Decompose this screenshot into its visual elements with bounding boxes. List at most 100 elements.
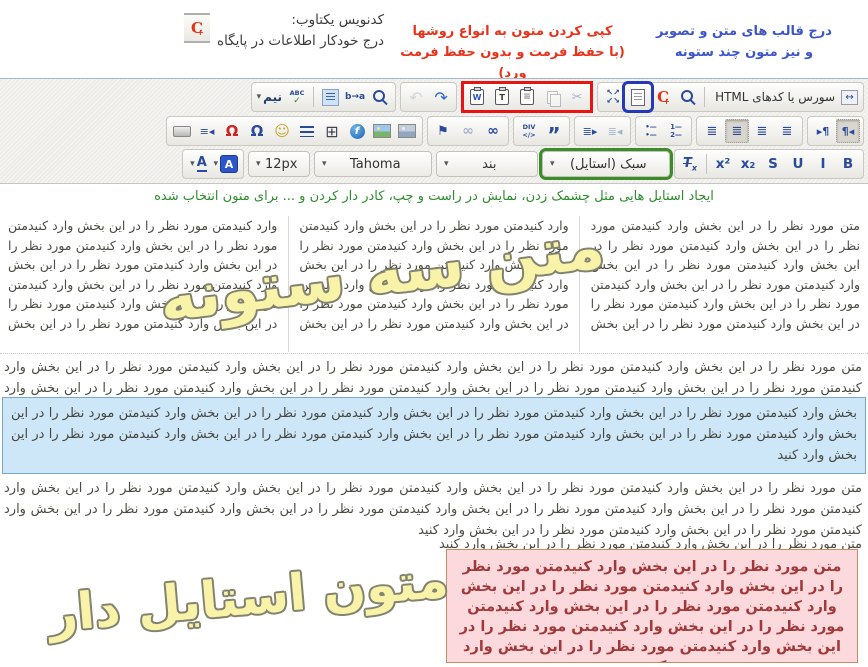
- select-all-button[interactable]: [318, 85, 342, 109]
- special-char-button[interactable]: Ω: [245, 119, 269, 143]
- special-char-fa-button[interactable]: Ω: [220, 119, 244, 143]
- copy-button[interactable]: [540, 85, 564, 109]
- undo-icon: ↷: [434, 88, 447, 107]
- justify-button[interactable]: ≣: [700, 119, 724, 143]
- maximize-icon: ↖↗ ↙↘: [606, 89, 619, 105]
- underline-icon: U: [793, 156, 804, 172]
- align-center-button[interactable]: ≣: [750, 119, 774, 143]
- remove-format-button[interactable]: Tx: [678, 152, 702, 176]
- text-direction-rtl-button[interactable]: ¶◂: [836, 119, 860, 143]
- superscript-button[interactable]: x²: [711, 152, 735, 176]
- styled-watermark-text[interactable]: متون استایل دار: [46, 551, 450, 644]
- pink-styled-block[interactable]: متن مورد نظر را در این بخش وارد کنیدمتن …: [446, 549, 858, 663]
- spellcheck-tick: ✓: [293, 97, 301, 105]
- spellcheck-button[interactable]: ABC ✓: [285, 85, 309, 109]
- preview-button[interactable]: [676, 85, 700, 109]
- toolbar-row-2: ¶◂ ▸¶ ≣ ≣ ≣ ≣ 1— 2— •— •: [0, 116, 864, 146]
- hidden-field-icon: [173, 126, 191, 137]
- paste-plain-text-button[interactable]: T: [490, 85, 514, 109]
- justify-icon: ≣: [707, 124, 718, 139]
- find-button[interactable]: [368, 85, 392, 109]
- copy-methods-note: کپی کردن متون به انواع روشها (با حفظ فرم…: [400, 21, 625, 84]
- paste-from-word-button[interactable]: W: [465, 85, 489, 109]
- table-button[interactable]: ⊞: [320, 119, 344, 143]
- redo-button[interactable]: ↶: [404, 85, 428, 109]
- chevron-down-icon: ▾: [257, 92, 262, 102]
- undo-button[interactable]: ↷: [429, 85, 453, 109]
- paste-button[interactable]: ≡: [515, 85, 539, 109]
- text-color-button[interactable]: A ▾: [186, 152, 210, 176]
- blockquote-button[interactable]: ”: [542, 119, 566, 143]
- chevron-down-icon: ▾: [550, 159, 555, 169]
- indent-button[interactable]: ≣▸: [578, 119, 602, 143]
- replace-icon: b→a: [345, 92, 365, 102]
- unlink-button[interactable]: ∞: [456, 119, 480, 143]
- style-select[interactable]: سبک (استایل) ▾: [542, 151, 670, 177]
- underline-button[interactable]: U: [786, 152, 810, 176]
- image-button[interactable]: [395, 119, 419, 143]
- text-direction-ltr-button[interactable]: ▸¶: [811, 119, 835, 143]
- special-char-icon: Ω: [251, 122, 264, 140]
- half-space-button[interactable]: نیم ▾: [255, 85, 284, 109]
- copy-icon: [547, 91, 558, 104]
- italic-button[interactable]: I: [811, 152, 835, 176]
- strikethrough-button[interactable]: S: [761, 152, 785, 176]
- spellcheck-icon: ABC ✓: [290, 89, 305, 105]
- numbered-list-button[interactable]: 1— 2—: [664, 119, 688, 143]
- copy-note-line1: کپی کردن متون به انواع روشها: [400, 21, 625, 42]
- subscript-button[interactable]: x₂: [736, 152, 760, 176]
- cut-icon: ✂: [572, 90, 583, 105]
- chevron-down-icon: ▾: [322, 159, 327, 169]
- align-right-icon: ≣: [732, 124, 743, 139]
- font-size-select[interactable]: 12px ▾: [248, 151, 310, 177]
- horizontal-rule-button[interactable]: [295, 119, 319, 143]
- div-label: DIV: [523, 123, 536, 131]
- new-page-button[interactable]: [626, 85, 650, 109]
- text-color-icon: A: [197, 156, 207, 172]
- redo-icon: ↶: [409, 88, 422, 107]
- page-break-icon: ≡◂: [200, 125, 215, 138]
- blue-highlight-block[interactable]: بخش وارد کنیدمتن مورد نظر را در این بخش …: [2, 397, 866, 474]
- numbered-row1: 1—: [670, 123, 682, 131]
- font-family-select[interactable]: Tahoma ▾: [314, 151, 432, 177]
- maximize-button[interactable]: ↖↗ ↙↘: [601, 85, 625, 109]
- templates-note: درج قالب های متن و تصویر و نیز متون چند …: [634, 21, 854, 63]
- anchor-button[interactable]: ⚑: [431, 119, 455, 143]
- codenevis-button[interactable]: C+: [184, 13, 210, 43]
- div-icon: DIV </>: [522, 123, 535, 139]
- chevron-down-icon: ▾: [256, 159, 261, 169]
- paragraph-2[interactable]: متن مورد نظر را در این بخش وارد کنیدمتن …: [4, 478, 862, 542]
- yektaweb-insert-button[interactable]: C+: [651, 85, 675, 109]
- source-label: سورس یا کدهای HTML: [711, 90, 839, 104]
- bulleted-list-icon: •— •—: [645, 123, 656, 139]
- page-break-button[interactable]: ≡◂: [195, 119, 219, 143]
- image-icon: [398, 124, 416, 138]
- unlink-icon: ∞: [462, 123, 474, 139]
- image-gallery-button[interactable]: [370, 119, 394, 143]
- hidden-field-button[interactable]: [170, 119, 194, 143]
- new-page-icon: [631, 89, 645, 106]
- subscript-icon: x₂: [741, 156, 756, 172]
- paragraph-format-value: بند: [449, 157, 530, 172]
- flash-button[interactable]: f: [345, 119, 369, 143]
- replace-button[interactable]: b→a: [343, 85, 367, 109]
- outdent-button[interactable]: ≣◂: [603, 119, 627, 143]
- align-right-button[interactable]: ≣: [725, 119, 749, 143]
- background-color-button[interactable]: A ▾: [211, 152, 240, 176]
- rtl-paragraph-icon: ¶◂: [842, 125, 855, 138]
- source-button[interactable]: ↔ سورس یا کدهای HTML: [709, 85, 860, 109]
- background-color-icon: A: [220, 155, 238, 173]
- div-code: </>: [522, 131, 535, 139]
- paragraph-1[interactable]: متن مورد نظر را در این بخش وارد کنیدمتن …: [4, 357, 862, 400]
- link-button[interactable]: ∞: [481, 119, 505, 143]
- indent-icon: ≣▸: [583, 125, 598, 138]
- smiley-button[interactable]: ☺: [270, 119, 294, 143]
- paste-text-letter: T: [499, 93, 504, 102]
- numbered-list-icon: 1— 2—: [670, 123, 682, 139]
- bold-button[interactable]: B: [836, 152, 860, 176]
- paragraph-format-select[interactable]: بند ▾: [436, 151, 538, 177]
- cut-button[interactable]: ✂: [565, 85, 589, 109]
- align-left-button[interactable]: ≣: [775, 119, 799, 143]
- div-container-button[interactable]: DIV </>: [517, 119, 541, 143]
- bulleted-list-button[interactable]: •— •—: [639, 119, 663, 143]
